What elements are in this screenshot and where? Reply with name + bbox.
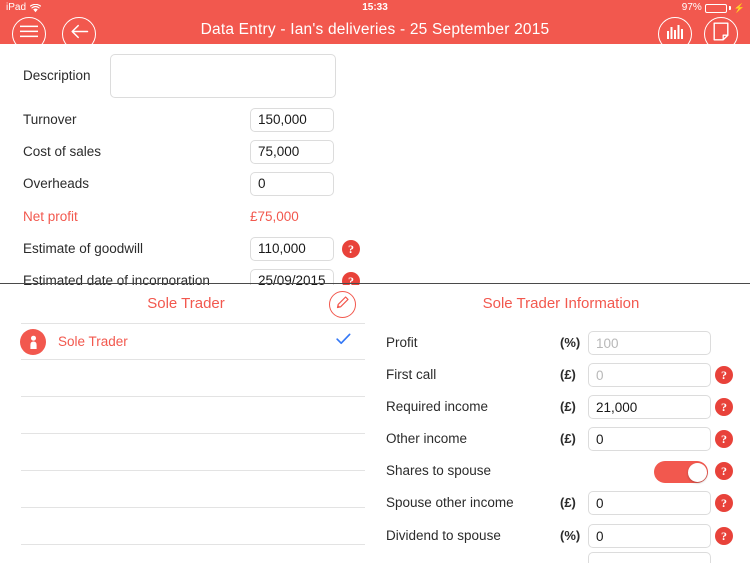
form-row-first-call: First call (£) 0 ? bbox=[372, 359, 750, 391]
first-call-unit: (£) bbox=[560, 367, 576, 382]
sole-trader-information-panel: Sole Trader Information Profit (%) 100 F… bbox=[372, 285, 750, 563]
net-profit-label: Net profit bbox=[23, 209, 78, 224]
net-profit-value: £75,000 bbox=[250, 209, 299, 224]
help-button-other-income[interactable]: ? bbox=[715, 430, 733, 448]
page-title: Data Entry - Ian's deliveries - 25 Septe… bbox=[200, 21, 550, 38]
list-item-label: Sole Trader bbox=[58, 334, 128, 349]
dividend-to-spouse-label: Dividend to spouse bbox=[386, 528, 501, 543]
estimate-of-goodwill-label: Estimate of goodwill bbox=[23, 241, 144, 256]
other-income-unit: (£) bbox=[560, 431, 576, 446]
form-row-overheads: Overheads 0 bbox=[0, 168, 370, 200]
help-button-required-income[interactable]: ? bbox=[715, 398, 733, 416]
list-item[interactable] bbox=[0, 508, 372, 545]
bar-chart-icon bbox=[666, 24, 684, 45]
estimate-of-goodwill-input[interactable]: 110,000 bbox=[250, 237, 334, 261]
other-income-input[interactable]: 0 bbox=[588, 427, 711, 451]
next-row-input-partial[interactable] bbox=[588, 552, 711, 563]
battery-percent-label: 97% bbox=[681, 2, 702, 13]
form-row-turnover: Turnover 150,000 bbox=[0, 104, 370, 136]
back-arrow-icon bbox=[70, 24, 89, 44]
form-row-estimate-of-goodwill: Estimate of goodwill 110,000 ? bbox=[0, 233, 370, 265]
form-row-other-income: Other income (£) 0 ? bbox=[372, 423, 750, 455]
form-row-net-profit: Net profit £75,000 bbox=[0, 201, 370, 233]
spouse-other-income-unit: (£) bbox=[560, 495, 576, 510]
top-form: Description Turnover 150,000 Cost of sal… bbox=[0, 44, 750, 293]
document-icon bbox=[713, 22, 729, 46]
list-item[interactable] bbox=[0, 360, 372, 397]
required-income-input[interactable]: 21,000 bbox=[588, 395, 711, 419]
list-item[interactable] bbox=[0, 434, 372, 471]
other-income-label: Other income bbox=[386, 431, 468, 446]
shares-to-spouse-label: Shares to spouse bbox=[386, 463, 492, 478]
overheads-input[interactable]: 0 bbox=[250, 172, 334, 196]
list-item[interactable] bbox=[0, 397, 372, 434]
checkmark-icon bbox=[336, 332, 351, 350]
help-button-spouse-other-income[interactable]: ? bbox=[715, 494, 733, 512]
spouse-other-income-label: Spouse other income bbox=[386, 495, 514, 510]
help-button-estimate-of-goodwill[interactable]: ? bbox=[342, 240, 360, 258]
cost-of-sales-input[interactable]: 75,000 bbox=[250, 140, 334, 164]
overheads-label: Overheads bbox=[23, 176, 90, 191]
help-button-shares-to-spouse[interactable]: ? bbox=[715, 462, 733, 480]
edit-button[interactable] bbox=[329, 291, 356, 318]
battery-icon bbox=[704, 3, 731, 13]
sole-trader-panel: Sole Trader Sole Trader bbox=[0, 285, 372, 563]
status-bar-time: 15:33 bbox=[362, 2, 388, 13]
sole-trader-panel-title: Sole Trader bbox=[147, 295, 225, 312]
turnover-input[interactable]: 150,000 bbox=[250, 108, 334, 132]
profit-unit: (%) bbox=[560, 335, 581, 350]
description-input[interactable] bbox=[110, 54, 336, 98]
form-row-required-income: Required income (£) 21,000 ? bbox=[372, 391, 750, 423]
required-income-label: Required income bbox=[386, 399, 489, 414]
hamburger-menu-icon bbox=[20, 25, 38, 43]
sole-trader-list: Sole Trader bbox=[0, 323, 372, 545]
dividend-to-spouse-input[interactable]: 0 bbox=[588, 524, 711, 548]
first-call-input[interactable]: 0 bbox=[588, 363, 711, 387]
list-item[interactable]: Sole Trader bbox=[0, 323, 372, 360]
spouse-other-income-input[interactable]: 0 bbox=[588, 491, 711, 515]
required-income-unit: (£) bbox=[560, 399, 576, 414]
help-button-first-call[interactable]: ? bbox=[715, 366, 733, 384]
description-label: Description bbox=[23, 68, 91, 83]
pencil-icon bbox=[334, 294, 351, 316]
charging-bolt-icon: ⚡ bbox=[733, 3, 745, 13]
profit-input[interactable]: 100 bbox=[588, 331, 711, 355]
form-row-description: Description bbox=[0, 52, 370, 100]
form-row-dividend-to-spouse: Dividend to spouse (%) 0 ? bbox=[372, 520, 750, 552]
status-bar: iPad 15:33 97% ⚡ bbox=[0, 0, 750, 16]
list-item[interactable] bbox=[0, 471, 372, 508]
app-screen: iPad 15:33 97% ⚡ Data Entry - Ian's deli… bbox=[0, 0, 750, 563]
cost-of-sales-label: Cost of sales bbox=[23, 144, 102, 159]
help-button-dividend-to-spouse[interactable]: ? bbox=[715, 527, 733, 545]
form-row-cost-of-sales: Cost of sales 75,000 bbox=[0, 136, 370, 168]
form-row-profit: Profit (%) 100 bbox=[372, 327, 750, 359]
status-bar-right: 97% ⚡ bbox=[682, 0, 745, 16]
shares-to-spouse-toggle[interactable] bbox=[654, 461, 708, 483]
section-divider bbox=[0, 283, 750, 284]
person-icon bbox=[20, 329, 46, 355]
turnover-label: Turnover bbox=[23, 112, 77, 127]
nav-bar: Data Entry - Ian's deliveries - 25 Septe… bbox=[0, 16, 750, 51]
sole-trader-information-title: Sole Trader Information bbox=[482, 295, 640, 312]
dividend-to-spouse-unit: (%) bbox=[560, 528, 581, 543]
form-row-spouse-other-income: Spouse other income (£) 0 ? bbox=[372, 487, 750, 519]
first-call-label: First call bbox=[386, 367, 437, 382]
profit-label: Profit bbox=[386, 335, 418, 350]
form-row-shares-to-spouse: Shares to spouse ? bbox=[372, 455, 750, 487]
